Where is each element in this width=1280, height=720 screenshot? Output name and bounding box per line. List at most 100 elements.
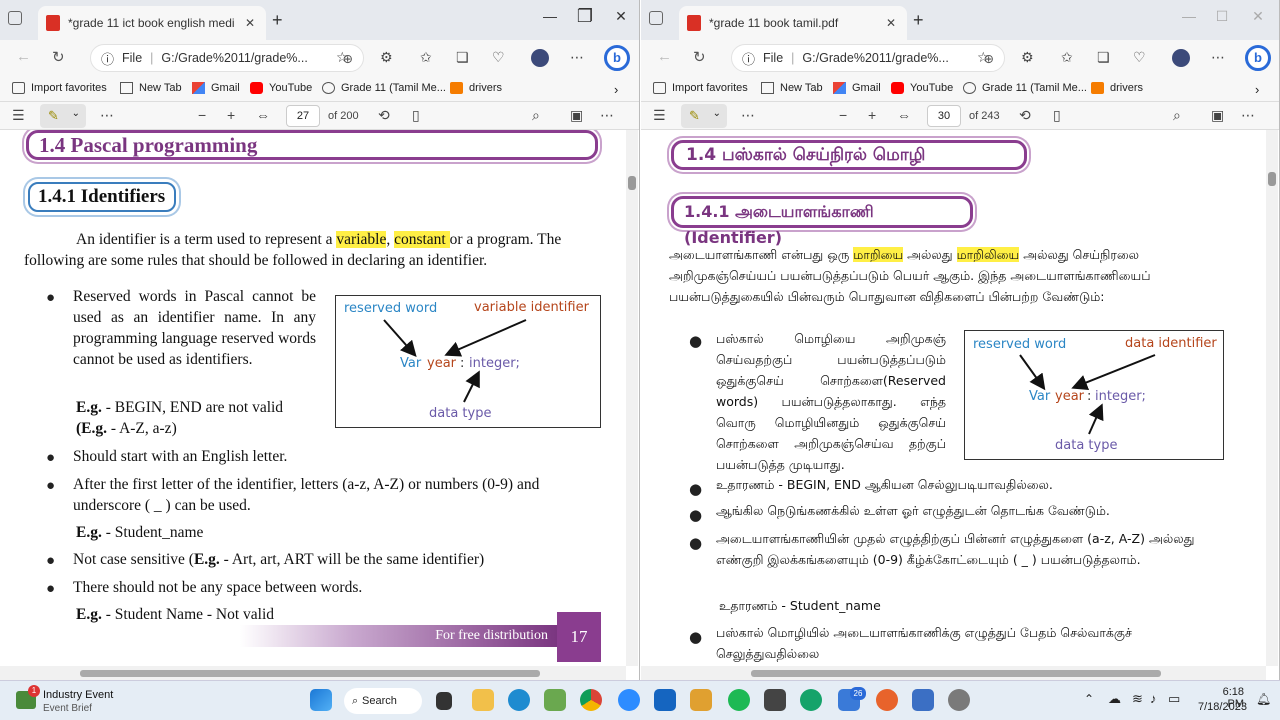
clock-date[interactable]: 7/18/2023 (1198, 701, 1247, 713)
scroll-thumb[interactable] (628, 176, 636, 190)
fav-newtab[interactable]: New Tab (120, 82, 182, 94)
tab-actions-icon[interactable] (8, 11, 22, 25)
save-icon[interactable]: ▣ (570, 107, 583, 124)
favorite-star-icon[interactable]: ☆ (977, 49, 990, 66)
zoom-out-button[interactable]: − (839, 107, 847, 123)
scroll-thumb[interactable] (1268, 172, 1276, 186)
horizontal-scrollbar[interactable] (641, 666, 1266, 680)
rotate-icon[interactable]: ⟲ (1019, 107, 1031, 124)
more-menu-icon[interactable]: ⋯ (1211, 49, 1225, 66)
start-icon[interactable] (310, 689, 332, 711)
scroll-thumb[interactable] (80, 670, 540, 677)
store-icon[interactable] (544, 689, 566, 711)
close-window-button[interactable]: ✕ (606, 8, 636, 30)
page-number-input[interactable]: 30 (927, 105, 961, 127)
mail-icon[interactable] (654, 689, 676, 711)
refresh-icon[interactable]: ↻ (693, 48, 706, 66)
fav-grade11[interactable]: Grade 11 (Tamil Me... (963, 82, 1087, 94)
bing-icon[interactable]: b (604, 45, 630, 71)
performance-icon[interactable]: ♡ (492, 49, 505, 66)
edge-icon[interactable] (508, 689, 530, 711)
spotify-icon[interactable] (728, 689, 750, 711)
file-explorer-icon[interactable] (472, 689, 494, 711)
page-view-icon[interactable]: ▯ (1053, 107, 1061, 124)
zoom-icon[interactable] (618, 689, 640, 711)
notification-bell-icon[interactable]: 🔔︎ (1256, 692, 1271, 706)
more-menu-icon[interactable]: ⋯ (570, 49, 584, 66)
fav-import[interactable]: Import favorites (12, 82, 107, 94)
extensions-icon[interactable]: ⚙ (380, 49, 393, 66)
profile-avatar[interactable] (1172, 49, 1190, 67)
highlight-button[interactable]: ✎ ⌄ (681, 104, 727, 128)
notepad-icon[interactable] (912, 689, 934, 711)
bing-icon[interactable]: b (1245, 45, 1271, 71)
news-widget[interactable]: 1 Industry Event Event Brief (14, 685, 124, 715)
zoom-in-button[interactable]: + (868, 107, 876, 123)
firefox-icon[interactable] (876, 689, 898, 711)
favorites-icon[interactable]: ✩ (1061, 49, 1073, 66)
more-options-icon[interactable]: ⋯ (1241, 107, 1255, 124)
photos-icon[interactable] (690, 689, 712, 711)
extensions-icon[interactable]: ⚙ (1021, 49, 1034, 66)
close-tab-icon[interactable]: ✕ (242, 16, 258, 30)
more-tools-icon[interactable]: ⋯ (100, 107, 114, 124)
tab-active[interactable]: *grade 11 book tamil.pdf ✕ (679, 6, 907, 40)
taskbar-search[interactable]: ⌕ Search (344, 688, 422, 714)
fav-drivers[interactable]: drivers (1091, 82, 1143, 94)
fav-import[interactable]: Import favorites (653, 82, 748, 94)
fav-gmail[interactable]: Gmail (192, 82, 240, 94)
favorites-overflow-icon[interactable]: › (1255, 82, 1259, 97)
refresh-icon[interactable]: ↻ (52, 48, 65, 66)
vertical-scrollbar[interactable] (626, 130, 638, 666)
more-tools-icon[interactable]: ⋯ (741, 107, 755, 124)
maximize-button[interactable]: ☐ (1207, 8, 1237, 30)
minimize-button[interactable]: — (535, 8, 565, 30)
more-options-icon[interactable]: ⋯ (600, 107, 614, 124)
search-icon[interactable]: ⌕ (1173, 107, 1181, 124)
new-tab-button[interactable]: + (913, 10, 924, 31)
zoom-in-button[interactable]: + (227, 107, 235, 123)
tab-active[interactable]: *grade 11 ict book english medi ✕ (38, 6, 266, 40)
fav-youtube[interactable]: YouTube (891, 82, 953, 94)
tray-chevron-icon[interactable]: ⌃ (1084, 692, 1094, 706)
page-view-icon[interactable]: ▯ (412, 107, 420, 124)
collections-icon[interactable]: ❏ (456, 49, 469, 66)
minimize-button[interactable]: — (1174, 8, 1204, 30)
tab-actions-icon[interactable] (649, 11, 663, 25)
chrome-icon[interactable] (580, 689, 602, 711)
scroll-thumb[interactable] (751, 670, 1161, 677)
task-view-icon[interactable] (436, 692, 452, 710)
fit-page-icon[interactable]: ⇔ (897, 107, 911, 123)
address-bar[interactable]: ⓘ File | G:/Grade%2011/grade%... ⊕ (90, 44, 364, 72)
close-tab-icon[interactable]: ✕ (883, 16, 899, 30)
restore-button[interactable]: ❐ (570, 6, 600, 28)
media-icon[interactable] (764, 689, 786, 711)
search-icon[interactable]: ⌕ (532, 107, 540, 124)
fav-grade11[interactable]: Grade 11 (Tamil Me... (322, 82, 446, 94)
fav-drivers[interactable]: drivers (450, 82, 502, 94)
favorites-overflow-icon[interactable]: › (614, 82, 618, 97)
fit-page-icon[interactable]: ⇔ (256, 107, 270, 123)
zoom-out-button[interactable]: − (198, 107, 206, 123)
address-bar[interactable]: ⓘ File | G:/Grade%2011/grade%... ⊕ (731, 44, 1005, 72)
settings-icon[interactable] (948, 689, 970, 711)
back-icon[interactable]: ← (657, 48, 672, 65)
grammarly-icon[interactable] (800, 689, 822, 711)
volume-icon[interactable]: ♪ (1150, 691, 1157, 706)
back-icon[interactable]: ← (16, 48, 31, 65)
fav-newtab[interactable]: New Tab (761, 82, 823, 94)
contents-icon[interactable]: ☰ (653, 107, 666, 124)
fav-youtube[interactable]: YouTube (250, 82, 312, 94)
onedrive-icon[interactable]: ☁ (1108, 691, 1121, 707)
favorites-icon[interactable]: ✩ (420, 49, 432, 66)
horizontal-scrollbar[interactable] (0, 666, 626, 680)
page-number-input[interactable]: 27 (286, 105, 320, 127)
profile-avatar[interactable] (531, 49, 549, 67)
favorite-star-icon[interactable]: ☆ (336, 49, 349, 66)
performance-icon[interactable]: ♡ (1133, 49, 1146, 66)
vertical-scrollbar[interactable] (1266, 130, 1278, 666)
fav-gmail[interactable]: Gmail (833, 82, 881, 94)
rotate-icon[interactable]: ⟲ (378, 107, 390, 124)
wifi-icon[interactable]: ≋ (1132, 691, 1143, 707)
contents-icon[interactable]: ☰ (12, 107, 25, 124)
